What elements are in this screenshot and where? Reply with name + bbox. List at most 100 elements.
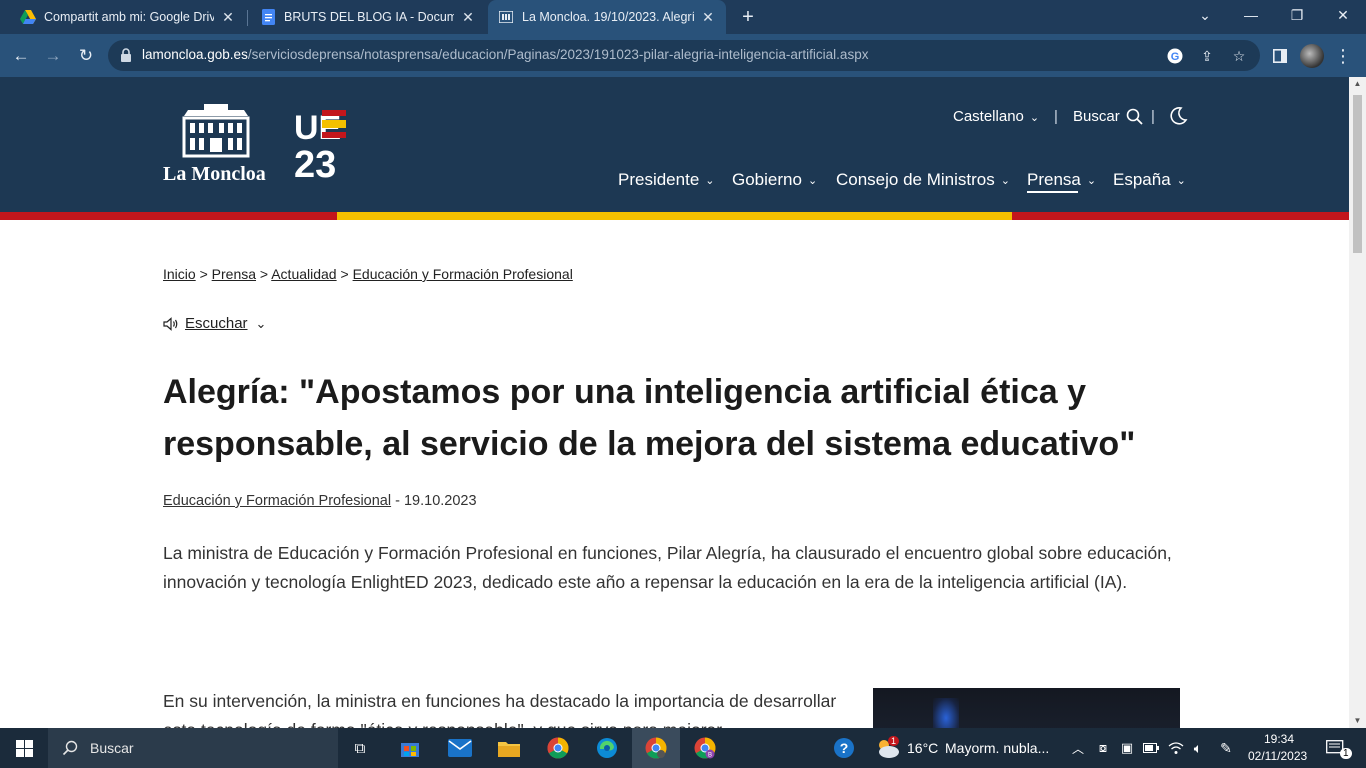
bookmark-star-icon[interactable]: ☆ [1230, 47, 1248, 65]
dark-mode-toggle[interactable] [1168, 106, 1188, 130]
nav-gobierno[interactable]: Gobierno ⌄ [732, 170, 817, 190]
chrome-icon[interactable] [542, 728, 574, 768]
battery-icon[interactable] [1142, 728, 1160, 768]
header-divider: | [1054, 108, 1058, 125]
address-bar[interactable]: lamoncloa.gob.es/serviciosdeprensa/notas… [108, 40, 1260, 71]
chevron-down-icon: ⌄ [1029, 112, 1040, 124]
edge-icon[interactable] [591, 728, 623, 768]
tab-google-drive[interactable]: Compartit amb mi: Google Drive ✕ [10, 0, 246, 34]
lock-icon[interactable] [120, 48, 132, 62]
minimize-icon[interactable]: — [1228, 0, 1274, 30]
nav-espana[interactable]: España ⌄ [1113, 170, 1186, 190]
ue23-logo[interactable]: UE 23 [294, 108, 350, 178]
nav-label: Presidente [618, 170, 700, 189]
site-logo-text[interactable]: La Moncloa [163, 163, 266, 186]
scroll-up-icon[interactable]: ▲ [1349, 77, 1366, 91]
breadcrumb: Inicio > Prensa > Actualidad > Educación… [163, 266, 573, 282]
tab-title: BRUTS DEL BLOG IA - Document [284, 10, 454, 24]
chevron-down-icon: ⌄ [1086, 175, 1097, 187]
tab-la-moncloa[interactable]: La Moncloa. 19/10/2023. Alegría ✕ [488, 0, 726, 34]
weather-badge: 1 [888, 736, 900, 746]
listen-button[interactable]: Escuchar ⌄ [163, 315, 266, 332]
more-menu-icon[interactable]: ⋮ [1334, 44, 1352, 68]
svg-text:G: G [1171, 51, 1180, 63]
task-view-icon[interactable]: ⧉ [344, 728, 376, 768]
page-scrollbar[interactable]: ▲ ▼ [1349, 77, 1366, 728]
restore-icon[interactable]: ❐ [1274, 0, 1320, 30]
svg-text:?: ? [840, 740, 849, 756]
clock-date[interactable]: 02/11/2023 [1248, 749, 1307, 763]
breadcrumb-separator: > [259, 266, 269, 282]
language-selector[interactable]: Castellano ⌄ [953, 108, 1039, 125]
scroll-down-icon[interactable]: ▼ [1349, 714, 1366, 728]
header-divider: | [1151, 108, 1155, 125]
breadcrumb-actualidad[interactable]: Actualidad [271, 266, 336, 282]
volume-icon[interactable]: 🔈︎ [1188, 728, 1208, 768]
meta-dash: - [395, 493, 404, 509]
chrome-profile-b-icon[interactable]: B [689, 728, 721, 768]
scrollbar-thumb[interactable] [1353, 95, 1362, 253]
camera-icon[interactable]: ▣ [1118, 728, 1136, 768]
tab-title: Compartit amb mi: Google Drive [44, 10, 214, 24]
new-tab-button[interactable]: + [738, 7, 758, 27]
article-category-link[interactable]: Educación y Formación Profesional [163, 493, 391, 509]
meet-now-icon[interactable]: ⧇ [1094, 728, 1112, 768]
mail-icon[interactable] [444, 728, 476, 768]
weather-cloud-icon[interactable] [872, 728, 902, 768]
url-path: /serviciosdeprensa/notasprensa/educacion… [247, 47, 869, 62]
search-icon [62, 740, 78, 756]
google-icon[interactable]: G [1166, 47, 1184, 65]
nav-consejo-de-ministros[interactable]: Consejo de Ministros ⌄ [836, 170, 1010, 190]
tab-google-docs[interactable]: BRUTS DEL BLOG IA - Document ✕ [250, 0, 486, 34]
moon-icon [1170, 107, 1188, 125]
tab-title: La Moncloa. 19/10/2023. Alegría [522, 10, 694, 24]
wifi-icon[interactable] [1166, 728, 1186, 768]
moncloa-building-logo[interactable] [182, 104, 250, 158]
breadcrumb-inicio[interactable]: Inicio [163, 266, 196, 282]
back-icon[interactable]: ← [8, 43, 34, 69]
side-panel-icon[interactable] [1271, 47, 1289, 65]
breadcrumb-educacion[interactable]: Educación y Formación Profesional [353, 266, 573, 282]
reload-icon[interactable]: ↻ [73, 43, 99, 69]
chevron-down-icon: ⌄ [1176, 175, 1186, 187]
taskbar-search-box[interactable]: Buscar [48, 728, 338, 768]
close-window-icon[interactable]: ✕ [1320, 0, 1366, 30]
close-tab-icon[interactable]: ✕ [700, 9, 716, 25]
clock-time[interactable]: 19:34 [1264, 732, 1294, 746]
url-text: lamoncloa.gob.es/serviciosdeprensa/notas… [142, 47, 868, 62]
windows-start-icon[interactable] [0, 728, 48, 768]
nav-label: Consejo de Ministros [836, 170, 995, 189]
nav-prensa[interactable]: Prensa ⌄ [1027, 170, 1096, 190]
moncloa-favicon [498, 9, 514, 25]
weather-description[interactable]: Mayorm. nubla... [945, 740, 1049, 756]
pen-icon[interactable]: ✎ [1216, 728, 1236, 768]
help-icon[interactable]: ? [832, 728, 856, 768]
ue23-logo-text-bottom: 23 [294, 144, 336, 178]
file-explorer-icon[interactable] [493, 728, 525, 768]
share-icon[interactable]: ⇪ [1198, 47, 1216, 65]
tab-separator [247, 10, 248, 26]
browser-toolbar: ← → ↻ lamoncloa.gob.es/serviciosdeprensa… [0, 34, 1366, 77]
breadcrumb-prensa[interactable]: Prensa [212, 266, 256, 282]
chevron-down-icon: ⌄ [1000, 175, 1010, 187]
nav-presidente[interactable]: Presidente ⌄ [618, 170, 715, 190]
close-tab-icon[interactable]: ✕ [220, 9, 236, 25]
nav-active-underline [1027, 191, 1078, 193]
nav-label: Gobierno [732, 170, 802, 189]
forward-icon[interactable]: → [40, 43, 66, 69]
header-search-label: Buscar [1073, 108, 1120, 125]
chrome-active-window-icon[interactable] [632, 728, 680, 768]
article-image[interactable] [873, 688, 1180, 728]
show-hidden-icons-chevron-up-icon[interactable]: ︿ [1070, 728, 1086, 768]
article-date: 19.10.2023 [403, 493, 477, 509]
profile-avatar[interactable] [1300, 44, 1324, 68]
taskbar-search-label: Buscar [90, 740, 134, 756]
microsoft-store-icon[interactable] [394, 728, 426, 768]
header-search-button[interactable]: Buscar [1073, 108, 1143, 125]
image-glow [933, 698, 959, 728]
close-tab-icon[interactable]: ✕ [460, 9, 476, 25]
flag-stripe-red-left [0, 212, 337, 220]
tab-search-chevron-icon[interactable]: ⌄ [1182, 0, 1228, 30]
weather-temperature[interactable]: 16°C [907, 740, 938, 756]
breadcrumb-separator: > [199, 266, 208, 282]
